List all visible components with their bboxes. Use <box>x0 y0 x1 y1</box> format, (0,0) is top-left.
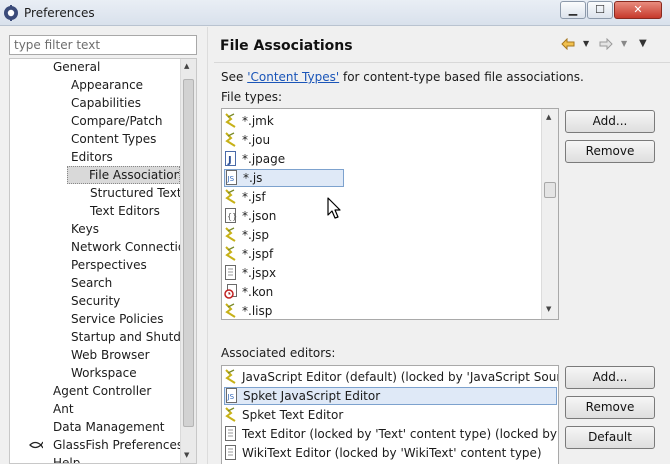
tree-item-ant[interactable]: Ant <box>51 400 76 418</box>
add-editor-button[interactable]: Add... <box>565 366 655 389</box>
text-file-icon <box>225 227 236 242</box>
tree-item-help[interactable]: Help <box>51 454 82 463</box>
dialog-client: General Appearance Capabilities Compare/… <box>0 27 670 464</box>
plain-file-icon <box>225 426 236 441</box>
content-types-link[interactable]: 'Content Types' <box>247 70 339 84</box>
kon-file-icon <box>224 284 237 299</box>
tree-item-capabilities[interactable]: Capabilities <box>69 94 143 112</box>
file-types-scrollbar[interactable]: ▲ ▼ <box>541 109 558 319</box>
list-item[interactable]: Text Editor (locked by 'Text' content ty… <box>224 425 558 443</box>
tree-item-content-types[interactable]: Content Types <box>69 130 158 148</box>
preferences-tree: General Appearance Capabilities Compare/… <box>9 58 197 464</box>
tree-item-workspace[interactable]: Workspace <box>69 364 139 382</box>
text-file-icon <box>225 132 236 147</box>
panel-divider[interactable] <box>207 27 208 464</box>
filter-input[interactable] <box>9 35 197 55</box>
tree-item-network-connections[interactable]: Network Connection <box>69 238 180 256</box>
list-item[interactable]: *.jsf <box>224 188 266 206</box>
tree-item-perspectives[interactable]: Perspectives <box>69 256 149 274</box>
list-item[interactable]: *.kon <box>224 283 273 301</box>
tree-item-agent-controller[interactable]: Agent Controller <box>51 382 153 400</box>
text-file-icon <box>225 369 236 384</box>
tree-item-text-editors[interactable]: Text Editors <box>88 202 162 220</box>
tree-item-service-policies[interactable]: Service Policies <box>69 310 166 328</box>
tree-item-general[interactable]: General <box>51 59 102 76</box>
tree-item-glassfish-preferences[interactable]: GlassFish Preferences <box>51 436 185 454</box>
plain-file-icon <box>225 265 236 280</box>
remove-editor-button[interactable]: Remove <box>565 396 655 419</box>
window-title: Preferences <box>24 6 95 20</box>
mouse-cursor-icon <box>327 197 341 219</box>
add-file-type-button[interactable]: Add... <box>565 110 655 133</box>
text-file-icon <box>225 246 236 261</box>
list-item-selected[interactable]: JS Spket JavaScript Editor <box>224 387 557 405</box>
remove-file-type-button[interactable]: Remove <box>565 140 655 163</box>
tree-item-security[interactable]: Security <box>69 292 122 310</box>
list-item[interactable]: *.jspx <box>224 264 276 282</box>
back-dropdown-icon[interactable]: ▼ <box>583 39 589 48</box>
tree-item-structured-text-editors[interactable]: Structured Text E <box>88 184 180 202</box>
tree-item-search[interactable]: Search <box>69 274 114 292</box>
minimize-button[interactable]: ▁ <box>560 1 586 19</box>
scroll-up-arrow-icon[interactable]: ▲ <box>546 113 551 121</box>
json-file-icon: {} <box>225 208 237 223</box>
file-types-label: File types: <box>221 90 282 104</box>
svg-text:JS: JS <box>227 393 235 401</box>
associated-editors-label: Associated editors: <box>221 346 336 360</box>
tree-scrollbar[interactable]: ▲ ▼ <box>180 59 196 463</box>
js-file-icon: JS <box>226 388 237 403</box>
maximize-button[interactable]: ☐ <box>587 1 613 19</box>
description-suffix: for content-type based file associations… <box>339 70 584 84</box>
list-item[interactable]: J *.jpage <box>224 150 285 168</box>
tree-item-file-associations[interactable]: File Associations <box>67 166 180 184</box>
description: See 'Content Types' for content-type bas… <box>221 70 584 84</box>
tree-item-startup-and-shutdown[interactable]: Startup and Shutdo <box>69 328 180 346</box>
list-item[interactable]: *.jspf <box>224 245 273 263</box>
tree-item-web-browser[interactable]: Web Browser <box>69 346 152 364</box>
page-title: File Associations <box>220 38 353 54</box>
tree-item-appearance[interactable]: Appearance <box>69 76 145 94</box>
plain-file-icon <box>225 445 236 460</box>
text-file-icon <box>225 113 236 128</box>
java-file-icon: J <box>225 151 236 166</box>
list-item[interactable]: *.jou <box>224 131 270 149</box>
list-item[interactable]: WikiText Editor (locked by 'WikiText' co… <box>224 444 542 462</box>
list-item[interactable]: *.jsp <box>224 226 269 244</box>
file-types-scroll-thumb[interactable] <box>544 182 556 198</box>
view-menu-icon[interactable]: ▼ <box>639 38 647 49</box>
tree-item-editors[interactable]: Editors <box>69 148 115 166</box>
associated-editors-list: JavaScript Editor (default) (locked by '… <box>221 365 559 464</box>
tree-item-compare-patch[interactable]: Compare/Patch <box>69 112 164 130</box>
glassfish-icon <box>29 441 43 449</box>
tree-scroll-thumb[interactable] <box>183 79 194 427</box>
tree-item-keys[interactable]: Keys <box>69 220 101 238</box>
list-item[interactable]: JavaScript Editor (default) (locked by '… <box>224 368 558 386</box>
description-prefix: See <box>221 70 248 84</box>
forward-dropdown-icon[interactable]: ▼ <box>621 39 627 48</box>
list-item[interactable]: *.lisp <box>224 302 272 319</box>
preferences-app-icon <box>4 5 18 21</box>
scroll-up-arrow-icon[interactable]: ▲ <box>184 62 189 70</box>
text-file-icon <box>225 407 236 422</box>
close-button[interactable]: ✕ <box>614 1 662 19</box>
file-types-list: *.jmk *.jou J *.jpage JS *.js *.jsf {} *.js… <box>221 108 559 320</box>
scroll-down-arrow-icon[interactable]: ▼ <box>546 305 551 313</box>
svg-text:J: J <box>227 155 232 166</box>
list-item[interactable]: {} *.json <box>224 207 276 225</box>
text-file-icon <box>225 189 236 204</box>
page-header: File Associations ▼ ▼ ▼ <box>214 27 670 63</box>
back-arrow-icon[interactable] <box>561 38 575 50</box>
list-item-selected[interactable]: JS *.js <box>224 169 344 187</box>
svg-text:JS: JS <box>227 175 235 183</box>
list-item[interactable]: *.jmk <box>224 112 274 130</box>
js-file-icon: JS <box>226 170 237 185</box>
title-bar: Preferences ▁ ☐ ✕ <box>0 0 670 26</box>
tree-item-data-management[interactable]: Data Management <box>51 418 167 436</box>
scroll-down-arrow-icon[interactable]: ▼ <box>184 451 189 459</box>
forward-arrow-icon[interactable] <box>599 38 613 50</box>
list-item[interactable]: Spket Text Editor <box>224 406 343 424</box>
svg-text:{}: {} <box>227 212 237 221</box>
text-file-icon <box>225 303 236 318</box>
default-editor-button[interactable]: Default <box>565 426 655 449</box>
